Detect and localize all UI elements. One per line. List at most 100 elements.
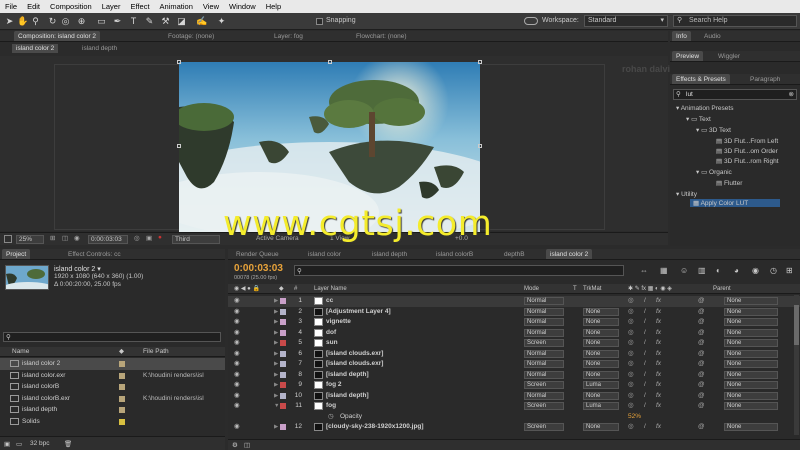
shy-switch-icon[interactable]: ◎ bbox=[628, 328, 634, 339]
expand-triangle-icon[interactable]: ▶ bbox=[274, 307, 278, 318]
track-matte-select[interactable]: Luma bbox=[583, 402, 619, 410]
layer-row[interactable]: ◉ ▶ 5 sun Screen None ◎ / fx @ None bbox=[228, 338, 800, 349]
tree-animation-presets[interactable]: ▾ Animation Presets bbox=[676, 104, 733, 112]
effects-switch-icon[interactable]: fx bbox=[656, 380, 661, 391]
expand-triangle-icon[interactable]: ▼ bbox=[274, 401, 279, 412]
parent-select[interactable]: None bbox=[724, 381, 778, 389]
track-matte-select[interactable]: None bbox=[583, 339, 619, 347]
col-file-path[interactable]: File Path bbox=[143, 347, 169, 357]
workspace-select[interactable]: Standard ▾ bbox=[584, 15, 668, 27]
expand-triangle-icon[interactable]: ▶ bbox=[274, 349, 278, 360]
col-mode[interactable]: Mode bbox=[524, 284, 539, 294]
pickwhip-icon[interactable]: @ bbox=[698, 380, 705, 391]
layer-name[interactable]: fog bbox=[326, 401, 336, 412]
parent-select[interactable]: None bbox=[724, 360, 778, 368]
type-tool-icon[interactable]: T bbox=[128, 16, 139, 27]
project-item[interactable]: island color 2 bbox=[0, 358, 225, 370]
effects-switch-icon[interactable]: fx bbox=[656, 307, 661, 318]
col-num[interactable]: # bbox=[294, 284, 297, 294]
tree-3d-flutter-order[interactable]: ▤ 3D Flut...om Order bbox=[716, 147, 778, 155]
tab-effect-controls[interactable]: Effect Controls: cc bbox=[64, 249, 125, 259]
shy-switch-icon[interactable]: ◎ bbox=[628, 359, 634, 370]
parent-select[interactable]: None bbox=[724, 391, 778, 400]
timeline-timecode[interactable]: 0:00:03:03 bbox=[234, 263, 283, 274]
handle-top-mid[interactable] bbox=[328, 60, 332, 64]
eye-visibility-icon[interactable]: ◉ bbox=[234, 328, 240, 339]
expand-triangle-icon[interactable]: ▶ bbox=[274, 359, 278, 370]
handle-mid-right[interactable] bbox=[478, 144, 482, 148]
tab-paragraph[interactable]: Paragraph bbox=[746, 74, 784, 84]
layer-row[interactable]: ◉ ▶ 7 [island clouds.exr] Normal None ◎ / fx @ Non… bbox=[228, 359, 800, 370]
expand-triangle-icon[interactable]: ▶ bbox=[274, 317, 278, 328]
camera-icon[interactable]: ⊞ bbox=[786, 266, 793, 275]
tab-info[interactable]: Info bbox=[672, 31, 691, 41]
quality-switch-icon[interactable]: / bbox=[644, 317, 646, 328]
layer-name[interactable]: vignette bbox=[326, 317, 351, 328]
tab-wiggler[interactable]: Wiggler bbox=[714, 51, 744, 61]
tab-audio[interactable]: Audio bbox=[700, 31, 725, 41]
stopwatch-icon[interactable]: ◷ bbox=[328, 412, 334, 423]
track-matte-select[interactable]: None bbox=[583, 360, 619, 368]
pickwhip-icon[interactable]: @ bbox=[698, 317, 705, 328]
menu-edit[interactable]: Edit bbox=[22, 2, 45, 11]
rectangle-tool-icon[interactable]: ▭ bbox=[96, 16, 107, 27]
track-matte-select[interactable]: None bbox=[583, 391, 619, 400]
pickwhip-icon[interactable]: @ bbox=[698, 370, 705, 381]
tab-render-queue[interactable]: Render Queue bbox=[232, 249, 283, 259]
tree-3d-flutter-left[interactable]: ▤ 3D Flut...From Left bbox=[716, 137, 778, 145]
label-color-swatch[interactable] bbox=[119, 418, 125, 425]
label-color-swatch[interactable] bbox=[280, 319, 286, 325]
shy-switch-icon[interactable]: ◎ bbox=[628, 307, 634, 318]
col-t[interactable]: T bbox=[573, 284, 577, 294]
brainstorm-icon[interactable]: ◕ bbox=[734, 266, 739, 275]
motion-blur-icon[interactable]: ◐ bbox=[716, 266, 721, 275]
menu-file[interactable]: File bbox=[0, 2, 22, 11]
toggle-modes-icon[interactable]: ◫ bbox=[244, 441, 250, 449]
handle-top-right[interactable] bbox=[478, 60, 482, 64]
effects-switch-icon[interactable]: fx bbox=[656, 328, 661, 339]
parent-select[interactable]: None bbox=[724, 307, 778, 316]
comp-timecode[interactable]: 0:00:03:03 bbox=[88, 235, 128, 244]
delete-icon[interactable]: 🗑 bbox=[64, 440, 72, 448]
handle-mid-left[interactable] bbox=[177, 144, 181, 148]
label-color-swatch[interactable] bbox=[280, 298, 286, 304]
blend-mode-select[interactable]: Normal bbox=[524, 391, 564, 400]
eye-visibility-icon[interactable]: ◉ bbox=[234, 422, 240, 433]
layer-row[interactable]: ◉ ▶ 4 dof Normal None ◎ / fx @ None bbox=[228, 328, 800, 339]
tree-3d-flutter-right[interactable]: ▤ 3D Flut...rom Right bbox=[716, 157, 779, 165]
layer-row[interactable]: ◉ ▶ 1 cc Normal ◎ / fx @ None bbox=[228, 296, 800, 307]
label-color-swatch[interactable] bbox=[280, 308, 286, 315]
graph-editor-icon[interactable]: ◉ bbox=[752, 266, 759, 275]
effects-switch-icon[interactable]: fx bbox=[656, 349, 661, 360]
effects-switch-icon[interactable]: fx bbox=[656, 401, 661, 412]
track-matte-select[interactable]: None bbox=[583, 423, 619, 431]
shy-switch-icon[interactable]: ◎ bbox=[628, 296, 634, 307]
expand-triangle-icon[interactable]: ▶ bbox=[274, 296, 278, 307]
parent-select[interactable]: None bbox=[724, 339, 778, 347]
effects-switch-icon[interactable]: fx bbox=[656, 296, 661, 307]
menu-composition[interactable]: Composition bbox=[45, 2, 97, 11]
timeline-scrollbar-thumb[interactable] bbox=[794, 305, 799, 345]
camera-snapshot-icon[interactable]: ◉ bbox=[74, 234, 80, 242]
layer-name[interactable]: [island clouds.exr] bbox=[326, 359, 383, 370]
layer-row[interactable]: ◉ ▶ 2 [Adjustment Layer 4] Normal None ◎ / fx @ No… bbox=[228, 307, 800, 318]
eye-visibility-icon[interactable]: ◉ bbox=[234, 370, 240, 381]
subtab-island-color-2[interactable]: island color 2 bbox=[12, 44, 59, 53]
track-matte-select[interactable]: None bbox=[583, 349, 619, 358]
label-color-swatch[interactable] bbox=[119, 372, 125, 379]
opacity-value[interactable]: 52% bbox=[628, 412, 641, 423]
effects-switch-icon[interactable]: fx bbox=[656, 370, 661, 381]
layer-row[interactable]: ◉ ▶ 9 fog 2 Screen Luma ◎ / fx @ None bbox=[228, 380, 800, 391]
shy-switch-icon[interactable]: ◎ bbox=[628, 401, 634, 412]
frame-blending-icon[interactable]: ▥ bbox=[698, 266, 706, 275]
eye-visibility-icon[interactable]: ◉ bbox=[234, 380, 240, 391]
layer-name[interactable]: sun bbox=[326, 338, 338, 349]
handle-top-left[interactable] bbox=[177, 60, 181, 64]
pickwhip-icon[interactable]: @ bbox=[698, 349, 705, 360]
expand-triangle-icon[interactable]: ▶ bbox=[274, 391, 278, 402]
blend-mode-select[interactable]: Normal bbox=[524, 360, 564, 368]
tab-layer[interactable]: Layer: fog bbox=[270, 31, 307, 41]
label-color-swatch[interactable] bbox=[280, 340, 286, 346]
eye-visibility-icon[interactable]: ◉ bbox=[234, 307, 240, 318]
menu-layer[interactable]: Layer bbox=[97, 2, 126, 11]
